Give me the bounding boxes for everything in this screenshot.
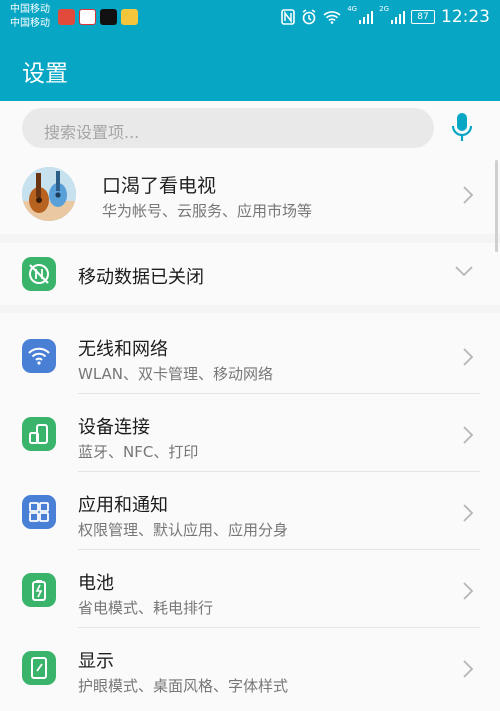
chevron-right-icon [463, 582, 474, 600]
chevron-right-icon [463, 504, 474, 522]
search-area: 搜索设置项... [0, 101, 500, 157]
weibo-app-icon [121, 9, 138, 25]
settings-item-subtitle: 省电模式、耗电排行 [78, 599, 214, 617]
settings-item-subtitle: WLAN、双卡管理、移动网络 [78, 365, 274, 383]
divider [78, 471, 480, 472]
mobile-data-card[interactable]: 移动数据已关闭 [0, 243, 500, 305]
signal-icon-2 [391, 10, 405, 24]
divider [78, 393, 480, 394]
account-card[interactable]: 口渴了看电视 华为帐号、云服务、应用市场等 [0, 157, 500, 234]
chevron-down-icon[interactable] [454, 265, 474, 277]
display-icon [22, 651, 56, 685]
settings-list: 无线和网络 WLAN、双卡管理、移动网络 设备连接 蓝牙、NFC、打印 应用和通… [0, 313, 500, 711]
settings-item-apps[interactable]: 应用和通知 权限管理、默认应用、应用分身 [0, 471, 500, 549]
network-type-2: 2G [379, 5, 389, 13]
settings-item-title: 无线和网络 [78, 339, 168, 360]
settings-item-title: 设备连接 [78, 417, 150, 438]
carrier-label-1: 中国移动 [10, 4, 50, 15]
settings-item-title: 电池 [78, 573, 114, 594]
network-type-1: 4G [347, 5, 358, 13]
wifi-status-icon [323, 11, 341, 24]
chevron-right-icon [463, 426, 474, 444]
search-placeholder: 搜索设置项... [44, 123, 140, 142]
notification-app-icons [58, 9, 138, 25]
toutiao-app-icon [58, 9, 75, 25]
settings-item-battery[interactable]: 电池 省电模式、耗电排行 [0, 549, 500, 627]
alarm-icon [302, 9, 316, 25]
settings-item-display[interactable]: 显示 护眼模式、桌面风格、字体样式 [0, 627, 500, 705]
account-name: 口渴了看电视 [102, 175, 217, 197]
status-bar: 中国移动 中国移动 4G 2G 87 12:23 [0, 0, 500, 36]
wifi-icon [22, 339, 56, 373]
mobile-data-label: 移动数据已关闭 [78, 267, 204, 288]
avatar [22, 167, 76, 221]
nfc-icon [281, 9, 296, 25]
search-input[interactable]: 搜索设置项... [22, 108, 434, 148]
bank-app-icon [79, 9, 96, 25]
carrier-label-2: 中国移动 [10, 18, 50, 29]
mobile-data-off-icon [22, 257, 56, 291]
battery-icon [22, 573, 56, 607]
signal-icon-1 [359, 10, 374, 24]
page-title: 设置 [22, 61, 68, 87]
settings-item-subtitle: 蓝牙、NFC、打印 [78, 443, 199, 461]
divider [78, 627, 480, 628]
divider [78, 549, 480, 550]
settings-item-wireless[interactable]: 无线和网络 WLAN、双卡管理、移动网络 [0, 313, 500, 391]
settings-item-title: 应用和通知 [78, 495, 168, 516]
settings-item-device-connection[interactable]: 设备连接 蓝牙、NFC、打印 [0, 393, 500, 471]
microphone-icon[interactable] [450, 111, 474, 145]
battery-status-icon: 87 [411, 10, 435, 24]
apps-grid-icon [22, 495, 56, 529]
chevron-right-icon [463, 660, 474, 678]
chevron-right-icon [463, 186, 474, 204]
settings-item-subtitle: 护眼模式、桌面风格、字体样式 [78, 677, 289, 695]
status-time: 12:23 [441, 7, 490, 27]
device-connection-icon [22, 417, 56, 451]
scrollbar[interactable] [495, 160, 498, 252]
tiktok-app-icon [100, 9, 117, 25]
chevron-right-icon [463, 348, 474, 366]
account-subtitle: 华为帐号、云服务、应用市场等 [102, 202, 313, 220]
settings-item-title: 显示 [78, 651, 114, 672]
settings-item-subtitle: 权限管理、默认应用、应用分身 [78, 521, 289, 539]
header-bar: 中国移动 中国移动 4G 2G 87 12:23 设置 [0, 0, 500, 101]
status-icons: 4G 2G 87 12:23 [281, 5, 490, 29]
